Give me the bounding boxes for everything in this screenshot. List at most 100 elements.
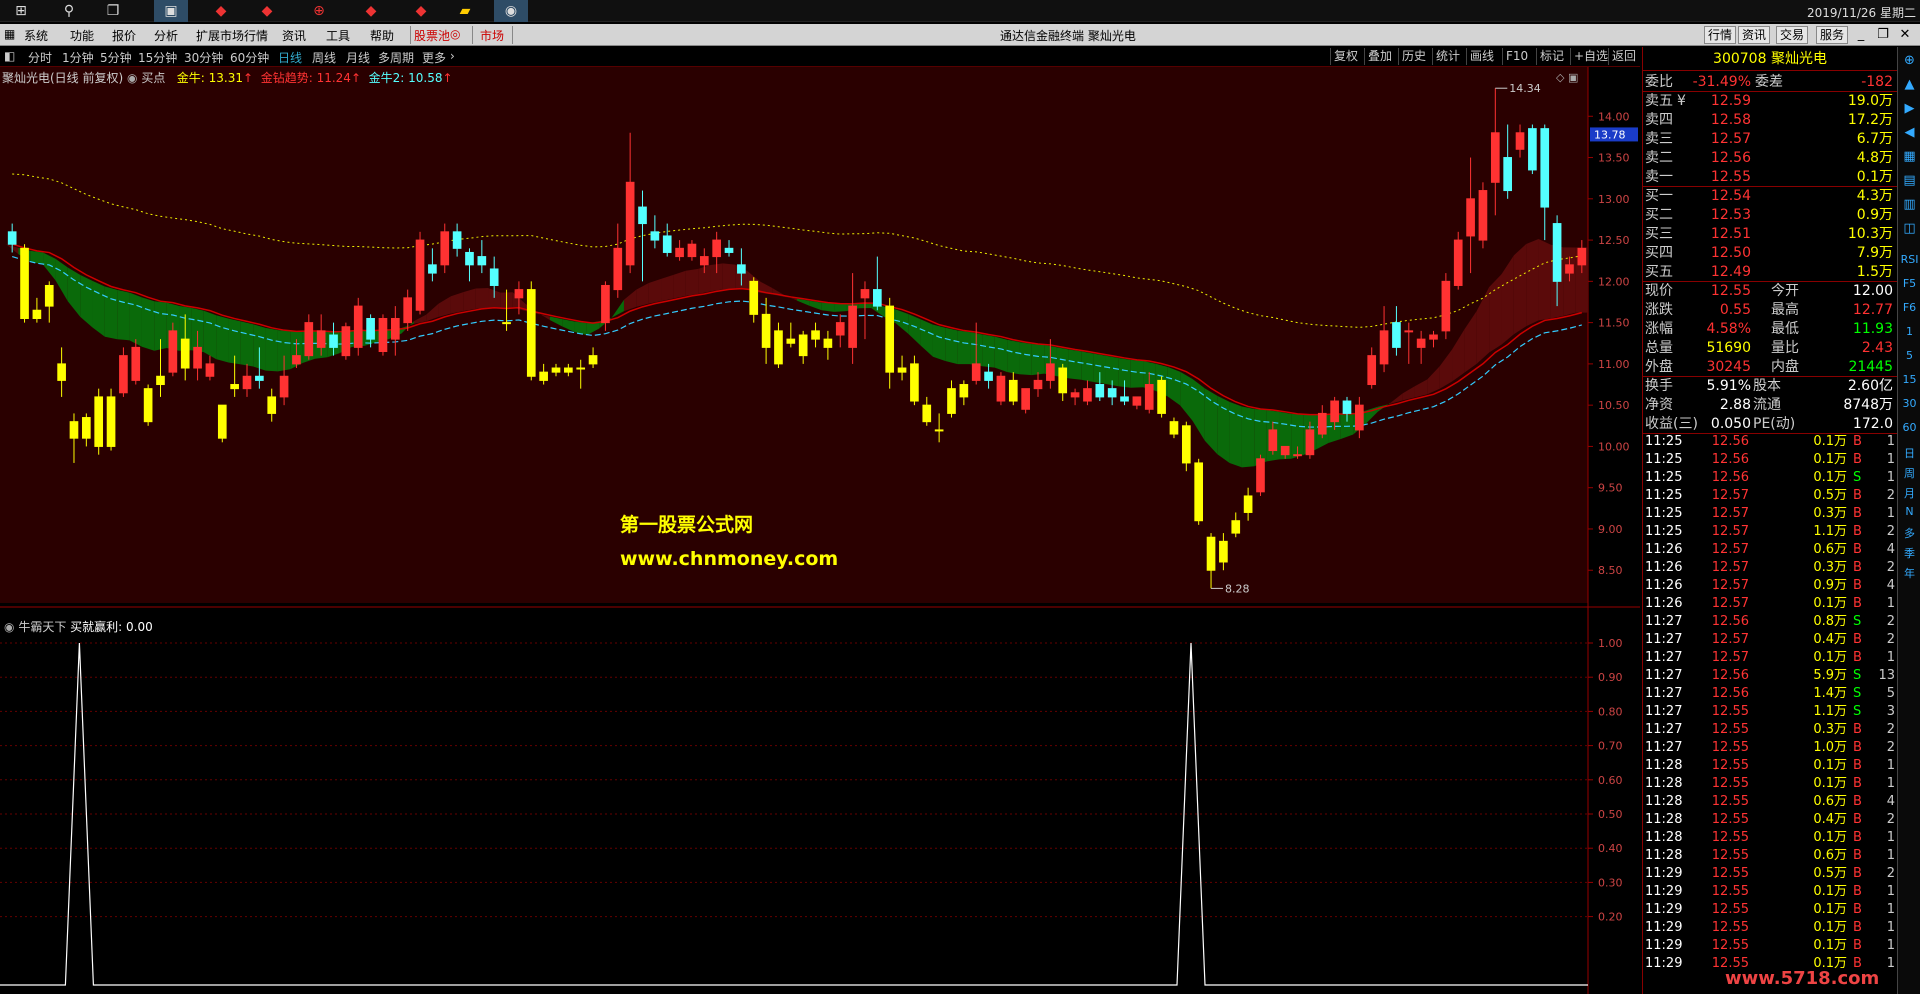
windows-start-icon[interactable]: ⊞ [4, 0, 38, 22]
taskbar-app-icon[interactable]: ◆ [354, 0, 388, 22]
menu-item-system[interactable]: 系统 [24, 27, 48, 44]
btn-f10[interactable]: F10 [1502, 48, 1531, 65]
toggle-panel-icon[interactable]: ◧ [4, 49, 15, 63]
btn-history[interactable]: 历史 [1398, 48, 1429, 65]
taskbar-app-icon[interactable]: ◆ [404, 0, 438, 22]
trend-band [1031, 343, 1045, 376]
minimize-icon[interactable]: _ [1850, 25, 1872, 44]
candle-body [1144, 384, 1154, 410]
menu-item-extended-market[interactable]: 扩展市场行情 [196, 27, 268, 44]
candle-body [835, 322, 845, 336]
ask-price: 12.55 [1710, 169, 1751, 185]
price-axis-label: 9.00 [1598, 523, 1623, 536]
close-icon[interactable]: ✕ [1894, 25, 1916, 44]
btn-add-watchlist[interactable]: +自选 [1570, 48, 1611, 65]
toolbar-icon[interactable]: ⊕ [1898, 53, 1920, 68]
taskbar-app-icon[interactable]: ◉ [494, 0, 528, 22]
toolbar-icon[interactable]: ▲ [1898, 77, 1920, 92]
toolbar-button[interactable]: 60 [1898, 421, 1920, 434]
taskbar-app-icon[interactable]: ⊕ [302, 0, 336, 22]
candle-body [1219, 540, 1228, 563]
stat-label: 现价 [1645, 283, 1673, 299]
menu-item-function[interactable]: 功能 [70, 27, 94, 44]
period-daily[interactable]: 日线 [278, 49, 302, 66]
btn-adjust[interactable]: 复权 [1330, 48, 1361, 65]
tick-volume: 0.6万 [1813, 542, 1847, 557]
chart-area[interactable]: 14.00 13.50 13.00 12.50 12.00 11.50 11.00 10.50… [0, 67, 1640, 994]
toolbar-icon[interactable]: ▥ [1898, 197, 1920, 212]
period-shortcut-button[interactable]: 周 [1898, 465, 1920, 481]
restore-icon[interactable]: ❐ [1872, 25, 1894, 44]
toolbar-button[interactable]: 30 [1898, 397, 1920, 410]
taskbar-app-icon[interactable]: ▣ [154, 0, 188, 22]
indicator-axis-label: 0.80 [1598, 705, 1623, 718]
candle-body [1206, 536, 1216, 571]
indicator-toggle-icon[interactable]: ◉ [127, 71, 137, 85]
period-shortcut-button[interactable]: 季 [1898, 545, 1920, 561]
candle-body [292, 355, 301, 365]
btn-trade[interactable]: 交易 [1776, 26, 1808, 44]
menu-item-quote[interactable]: 报价 [112, 27, 136, 44]
toolbar-button[interactable]: 1 [1898, 325, 1920, 338]
menu-item-news[interactable]: 资讯 [282, 27, 306, 44]
btn-service[interactable]: 服务 [1816, 26, 1848, 44]
tick-row: 11:29 12.55 0.1万 B 1 [1643, 883, 1897, 901]
period-15min[interactable]: 15分钟 [138, 49, 177, 66]
toolbar-button[interactable]: RSI [1898, 253, 1920, 266]
ask-volume: 19.0万 [1847, 93, 1893, 109]
btn-overlay[interactable]: 叠加 [1364, 48, 1395, 65]
search-icon[interactable]: ⚲ [52, 0, 86, 22]
toolbar-icon[interactable]: ▶ [1898, 101, 1920, 116]
current-price-tag-label: 13.78 [1594, 128, 1626, 141]
tick-volume: 0.1万 [1813, 434, 1847, 449]
candle-body [502, 322, 511, 325]
tick-count: 2 [1886, 812, 1895, 827]
candle-body [551, 367, 561, 373]
btn-stats[interactable]: 统计 [1432, 48, 1463, 65]
toolbar-icon[interactable]: ▤ [1898, 173, 1920, 188]
period-intraday[interactable]: 分时 [28, 49, 52, 66]
toolbar-button[interactable]: F5 [1898, 277, 1920, 290]
stock-code[interactable]: 300708 聚灿光电 [1643, 47, 1897, 71]
stat-label: 最低 [1771, 321, 1799, 337]
folder-icon[interactable]: ▰ [448, 0, 482, 22]
period-5min[interactable]: 5分钟 [100, 49, 132, 66]
toolbar-button[interactable]: F6 [1898, 301, 1920, 314]
taskbar-app-icon[interactable]: ◆ [204, 0, 238, 22]
menu-item-stock-pool[interactable]: 股票池 [414, 27, 450, 44]
btn-news[interactable]: 资讯 [1738, 26, 1770, 44]
period-shortcut-button[interactable]: 月 [1898, 485, 1920, 501]
period-60min[interactable]: 60分钟 [230, 49, 269, 66]
btn-mark[interactable]: 标记 [1536, 48, 1567, 65]
menu-item-analysis[interactable]: 分析 [154, 27, 178, 44]
btn-draw[interactable]: 画线 [1466, 48, 1497, 65]
toolbar-button[interactable]: 5 [1898, 349, 1920, 362]
period-weekly[interactable]: 周线 [312, 49, 336, 66]
toolbar-button[interactable]: 15 [1898, 373, 1920, 386]
price-axis-label: 13.00 [1598, 193, 1630, 206]
tick-side: B [1853, 794, 1862, 809]
period-shortcut-button[interactable]: N [1898, 505, 1920, 518]
period-shortcut-button[interactable]: 多 [1898, 525, 1920, 541]
stat-value: 0.55 [1719, 302, 1751, 318]
period-shortcut-button[interactable]: 年 [1898, 565, 1920, 581]
period-1min[interactable]: 1分钟 [62, 49, 94, 66]
toolbar-icon[interactable]: ▦ [1898, 149, 1920, 164]
toolbar-icon[interactable]: ◫ [1898, 221, 1920, 236]
price-axis-label: 12.50 [1598, 234, 1630, 247]
period-multi[interactable]: 多周期 [378, 49, 414, 66]
menu-item-market[interactable]: 市场 [480, 27, 504, 44]
period-more[interactable]: 更多 [422, 49, 446, 66]
btn-back[interactable]: 返回 [1608, 48, 1639, 65]
indicator-toggle-icon[interactable]: ◉ [4, 620, 14, 634]
period-shortcut-button[interactable]: 日 [1898, 445, 1920, 461]
toolbar-icon[interactable]: ◀ [1898, 125, 1920, 140]
tick-price: 12.55 [1711, 704, 1749, 719]
menu-item-tools[interactable]: 工具 [326, 27, 350, 44]
btn-quote[interactable]: 行情 [1704, 26, 1736, 44]
period-monthly[interactable]: 月线 [346, 49, 370, 66]
menu-item-help[interactable]: 帮助 [370, 27, 394, 44]
taskbar-app-icon[interactable]: ◆ [250, 0, 284, 22]
task-view-icon[interactable]: ❐ [96, 0, 130, 22]
period-30min[interactable]: 30分钟 [184, 49, 223, 66]
